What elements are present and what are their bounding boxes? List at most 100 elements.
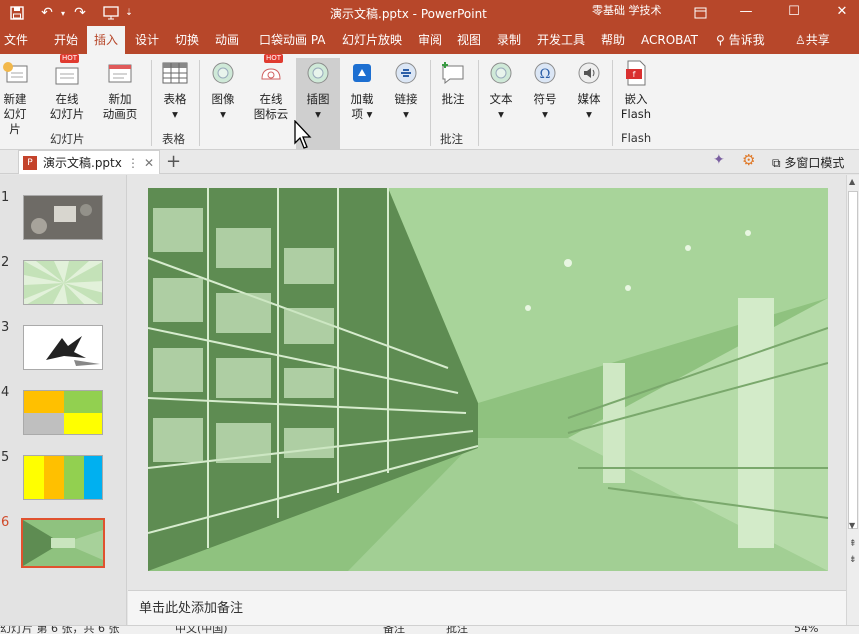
tell-me-search[interactable]: ⚲ 告诉我	[716, 26, 765, 54]
embed-flash-button[interactable]: f 嵌入 Flash	[614, 58, 658, 122]
tab-file[interactable]: 文件	[4, 26, 28, 54]
chevron-down-icon: ▾	[403, 107, 409, 121]
illustrations-button[interactable]: 插图 ▾	[298, 58, 338, 122]
slide-thumbnail-3[interactable]	[23, 325, 103, 370]
link-button[interactable]: 链接 ▾	[386, 58, 426, 122]
new-slide-button[interactable]: 新建 幻灯片	[0, 58, 30, 137]
notes-toggle-button[interactable]: 备注	[383, 626, 405, 634]
new-slide-icon	[0, 58, 30, 88]
image-button[interactable]: 图像 ▾	[204, 58, 242, 122]
undo-dropdown-icon[interactable]: ▾	[58, 0, 68, 26]
scroll-thumb[interactable]	[848, 191, 858, 529]
redo-icon[interactable]: ↷	[70, 0, 90, 26]
language-status[interactable]: 中文(中国)	[175, 626, 228, 634]
tab-review[interactable]: 审阅	[418, 26, 442, 54]
slide-thumbnail-6-selected[interactable]	[21, 518, 105, 568]
group-separator	[151, 60, 152, 146]
mouse-cursor-icon	[294, 120, 312, 149]
addins-button[interactable]: 加载 项 ▾	[342, 58, 382, 122]
chevron-down-icon: ▾	[498, 107, 504, 121]
save-icon[interactable]	[6, 0, 28, 26]
brand-text: 零基础 学技术	[592, 4, 662, 17]
tab-design[interactable]: 设计	[135, 26, 159, 54]
slide-thumbnail-2[interactable]	[23, 260, 103, 305]
symbol-button[interactable]: Ω 符号 ▾	[526, 58, 564, 122]
multi-window-button[interactable]: ⧉ 多窗口模式	[772, 154, 844, 171]
slide-thumbnail-4[interactable]	[23, 390, 103, 435]
flash-icon: f	[621, 58, 651, 88]
tab-acrobat[interactable]: ACROBAT	[641, 26, 698, 54]
maximize-icon[interactable]: ☐	[778, 0, 810, 22]
online-icons-button[interactable]: HOT 在线 图标云	[248, 54, 294, 122]
online-slides-icon: HOT	[52, 54, 82, 88]
slide-thumbnail-pane: 1 2 3 4 5 6	[0, 175, 127, 625]
pin-icon[interactable]: ⋮	[127, 156, 139, 170]
media-button[interactable]: 媒体 ▾	[570, 58, 608, 122]
settings-gear-icon[interactable]: ⚙	[742, 151, 755, 169]
hot-badge: HOT	[264, 54, 284, 63]
lightbulb-icon: ⚲	[716, 33, 729, 47]
next-slide-icon[interactable]: ⇟	[849, 555, 857, 565]
tab-insert[interactable]: 插入	[87, 26, 126, 54]
tab-help[interactable]: 帮助	[601, 26, 625, 54]
scroll-up-icon[interactable]: ▲	[849, 177, 855, 186]
presenter-icon[interactable]	[100, 0, 122, 26]
comments-toggle-button[interactable]: 批注	[446, 626, 468, 634]
window-title: 演示文稿.pptx - PowerPoint	[330, 7, 487, 21]
ribbon-tab-bar: 文件 开始 插入 设计 切换 动画 口袋动画 PA 幻灯片放映 审阅 视图 录制…	[0, 26, 859, 54]
status-bar: 幻灯片 第 6 张，共 6 张 中文(中国) 备注 批注 54%	[0, 625, 859, 634]
slide-number: 3	[1, 320, 10, 335]
tab-transitions[interactable]: 切换	[175, 26, 199, 54]
comment-button[interactable]: 批注	[434, 58, 472, 107]
text-icon	[486, 58, 516, 88]
tab-slideshow[interactable]: 幻灯片放映	[342, 26, 402, 54]
hot-badge: HOT	[60, 54, 80, 63]
comment-icon	[438, 58, 468, 88]
slide-thumbnail-5[interactable]	[23, 455, 103, 500]
group-comment-label: 批注	[440, 132, 463, 146]
tab-home[interactable]: 开始	[54, 26, 78, 54]
current-slide-library-image[interactable]	[148, 188, 828, 571]
powerpoint-file-icon: P	[23, 155, 37, 170]
vertical-scrollbar[interactable]: ▲ ▼ ⇞ ⇟	[846, 175, 859, 625]
text-button[interactable]: 文本 ▾	[482, 58, 520, 122]
new-animation-page-button[interactable]: 新加 动画页	[94, 58, 146, 122]
tab-developer[interactable]: 开发工具	[537, 26, 585, 54]
ribbon-display-icon[interactable]	[690, 0, 710, 26]
tab-pocket-animation[interactable]: 口袋动画 PA	[259, 26, 326, 54]
close-icon[interactable]: ✕	[826, 0, 858, 22]
share-button[interactable]: ♙共享	[795, 26, 830, 54]
notes-placeholder: 单击此处添加备注	[139, 601, 244, 616]
slide-count-status: 幻灯片 第 6 张，共 6 张	[0, 625, 120, 634]
tab-record[interactable]: 录制	[497, 26, 521, 54]
previous-slide-icon[interactable]: ⇞	[849, 539, 857, 549]
document-tab[interactable]: P 演示文稿.pptx ⋮ ✕	[18, 150, 160, 174]
group-separator	[199, 60, 200, 146]
undo-icon[interactable]: ↶	[36, 0, 58, 26]
tab-animations[interactable]: 动画	[215, 26, 239, 54]
group-table-label: 表格	[162, 132, 185, 146]
window-icon: ⧉	[772, 156, 785, 170]
minimize-icon[interactable]: —	[730, 0, 762, 22]
tab-view[interactable]: 视图	[457, 26, 481, 54]
addins-icon	[347, 58, 377, 88]
new-tab-button[interactable]: +	[166, 151, 181, 172]
online-slides-button[interactable]: HOT 在线 幻灯片	[42, 54, 92, 122]
zoom-level[interactable]: 54%	[794, 626, 818, 634]
slide-number: 6	[1, 515, 10, 530]
notes-pane[interactable]: 单击此处添加备注	[128, 590, 846, 625]
ribbon: 新建 幻灯片 HOT 在线 幻灯片 新加 动画页 幻灯片 表格 ▾ 表格 图像 …	[0, 54, 859, 150]
scroll-down-icon[interactable]: ▼	[849, 521, 855, 530]
table-button[interactable]: 表格 ▾	[156, 58, 194, 122]
svg-text:f: f	[633, 70, 636, 79]
close-tab-icon[interactable]: ✕	[144, 156, 154, 170]
link-icon	[391, 58, 421, 88]
title-bar: ↶ ▾ ↷ ⇣ 演示文稿.pptx - PowerPoint 零基础 学技术 —…	[0, 0, 859, 26]
magic-wand-icon[interactable]: ✦	[713, 152, 725, 168]
omega-icon: Ω	[530, 58, 560, 88]
slide-number: 2	[1, 255, 10, 270]
slide-thumbnail-1[interactable]	[23, 195, 103, 240]
group-slides-label: 幻灯片	[50, 132, 85, 146]
chevron-down-icon: ▾	[586, 107, 592, 121]
customize-qat-icon[interactable]: ⇣	[124, 0, 134, 26]
